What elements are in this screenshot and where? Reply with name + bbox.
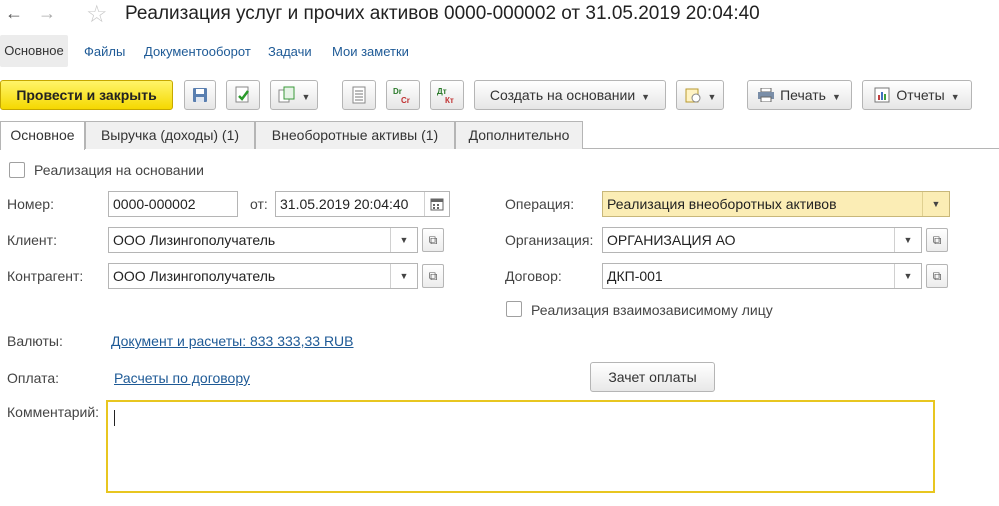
client-open-button[interactable]: ⧉ bbox=[422, 228, 444, 252]
save-icon bbox=[193, 88, 207, 102]
create-based-on-button[interactable]: Создать на основании ▼ bbox=[474, 80, 666, 110]
star-icon[interactable]: ☆ bbox=[86, 0, 108, 29]
comment-field[interactable] bbox=[106, 400, 935, 493]
offset-payment-button[interactable]: Зачет оплаты bbox=[590, 362, 715, 392]
svg-text:Cr: Cr bbox=[401, 96, 410, 105]
chevron-down-icon[interactable]: ▼ bbox=[390, 228, 417, 252]
chevron-down-icon: ▼ bbox=[950, 92, 960, 102]
copy-icon bbox=[278, 86, 295, 103]
svg-text:Dr: Dr bbox=[393, 87, 402, 96]
chevron-down-icon: ▼ bbox=[831, 92, 841, 102]
chevron-down-icon: ▼ bbox=[641, 92, 651, 102]
payment-label: Оплата: bbox=[7, 370, 60, 386]
chevron-down-icon[interactable]: ▼ bbox=[894, 264, 921, 288]
calendar-button[interactable] bbox=[424, 192, 449, 216]
dt-kt-icon: Dr Cr bbox=[393, 87, 410, 105]
contract-field[interactable]: ДКП-001 ▼ bbox=[602, 263, 922, 289]
based-on-label: Реализация на основании bbox=[34, 162, 204, 178]
subnav-main[interactable]: Основное bbox=[0, 35, 68, 67]
reports-label: Отчеты bbox=[896, 87, 945, 103]
operation-field[interactable]: Реализация внеоборотных активов ▼ bbox=[602, 191, 950, 217]
counterparty-field[interactable]: ООО Лизингополучатель ▼ bbox=[108, 263, 418, 289]
tab-revenue[interactable]: Выручка (доходы) (1) bbox=[85, 121, 255, 149]
number-label: Номер: bbox=[7, 196, 54, 212]
chevron-down-icon: ▼ bbox=[707, 92, 717, 102]
forward-button[interactable]: → bbox=[33, 2, 61, 24]
reports-button[interactable]: Отчеты ▼ bbox=[862, 80, 972, 110]
counterparty-value: ООО Лизингополучатель bbox=[113, 268, 276, 284]
organization-open-button[interactable]: ⧉ bbox=[926, 228, 948, 252]
create-based-on-label: Создать на основании bbox=[489, 87, 636, 103]
back-button[interactable]: ← bbox=[0, 2, 28, 24]
organization-value: ОРГАНИЗАЦИЯ АО bbox=[607, 232, 736, 248]
related-party-checkbox[interactable] bbox=[506, 301, 522, 317]
currency-label: Валюты: bbox=[7, 333, 63, 349]
subnav-docflow[interactable]: Документооборот bbox=[144, 44, 251, 59]
date-field[interactable]: 31.05.2019 20:04:40 bbox=[275, 191, 450, 217]
open-icon: ⧉ bbox=[932, 269, 942, 283]
related-party-label: Реализация взаимозависимому лицу bbox=[531, 302, 773, 318]
copy-dropdown-button[interactable]: ▼ bbox=[270, 80, 318, 110]
subnav-files[interactable]: Файлы bbox=[84, 44, 125, 59]
print-button[interactable]: Печать ▼ bbox=[747, 80, 852, 110]
contract-value: ДКП-001 bbox=[607, 268, 663, 284]
list-icon bbox=[352, 86, 366, 104]
contract-open-button[interactable]: ⧉ bbox=[926, 264, 948, 288]
dt-kt-green-icon: Дт Кт bbox=[437, 87, 454, 105]
save-button[interactable] bbox=[184, 80, 216, 110]
post-and-close-button[interactable]: Провести и закрыть bbox=[0, 80, 173, 110]
open-icon: ⧉ bbox=[932, 233, 942, 247]
subnav-tasks[interactable]: Задачи bbox=[268, 44, 312, 59]
operation-value: Реализация внеоборотных активов bbox=[607, 196, 837, 212]
date-label: от: bbox=[250, 196, 268, 212]
client-label: Клиент: bbox=[7, 232, 57, 248]
organization-label: Организация: bbox=[505, 232, 594, 248]
calendar-icon bbox=[430, 198, 444, 211]
dt-kt-ru-button[interactable]: Дт Кт bbox=[430, 80, 464, 110]
printer-icon bbox=[758, 87, 775, 103]
organization-field[interactable]: ОРГАНИЗАЦИЯ АО ▼ bbox=[602, 227, 922, 253]
payment-link[interactable]: Расчеты по договору bbox=[114, 370, 250, 386]
client-field[interactable]: ООО Лизингополучатель ▼ bbox=[108, 227, 418, 253]
attach-dropdown-button[interactable]: ▼ bbox=[676, 80, 724, 110]
post-button[interactable] bbox=[226, 80, 260, 110]
chevron-down-icon[interactable]: ▼ bbox=[922, 192, 949, 216]
page-title: Реализация услуг и прочих активов 0000-0… bbox=[125, 3, 760, 24]
svg-text:Кт: Кт bbox=[445, 96, 454, 105]
dt-kt-button[interactable]: Dr Cr bbox=[386, 80, 420, 110]
operation-label: Операция: bbox=[505, 196, 575, 212]
based-on-checkbox[interactable] bbox=[9, 162, 25, 178]
open-icon: ⧉ bbox=[428, 233, 438, 247]
currency-link[interactable]: Документ и расчеты: 833 333,33 RUB bbox=[111, 333, 354, 349]
open-icon: ⧉ bbox=[428, 269, 438, 283]
date-value: 31.05.2019 20:04:40 bbox=[280, 196, 409, 212]
print-label: Печать bbox=[780, 87, 826, 103]
counterparty-open-button[interactable]: ⧉ bbox=[422, 264, 444, 288]
arrow-right-icon: → bbox=[38, 3, 56, 23]
svg-text:Дт: Дт bbox=[437, 87, 447, 96]
post-icon bbox=[235, 86, 249, 103]
report-icon bbox=[874, 87, 890, 103]
chevron-down-icon[interactable]: ▼ bbox=[390, 264, 417, 288]
structure-button[interactable] bbox=[342, 80, 376, 110]
tab-main[interactable]: Основное bbox=[0, 121, 85, 150]
arrow-left-icon: ← bbox=[5, 3, 23, 23]
comment-label: Комментарий: bbox=[7, 404, 100, 420]
chevron-down-icon[interactable]: ▼ bbox=[894, 228, 921, 252]
counterparty-label: Контрагент: bbox=[7, 268, 84, 284]
client-value: ООО Лизингополучатель bbox=[113, 232, 276, 248]
tab-additional[interactable]: Дополнительно bbox=[455, 121, 583, 149]
attach-icon bbox=[685, 88, 701, 103]
subnav-notes[interactable]: Мои заметки bbox=[332, 44, 409, 59]
tab-fixed-assets[interactable]: Внеоборотные активы (1) bbox=[255, 121, 455, 149]
number-field[interactable]: 0000-000002 bbox=[108, 191, 238, 217]
chevron-down-icon: ▼ bbox=[301, 92, 311, 102]
text-cursor bbox=[114, 410, 115, 426]
contract-label: Договор: bbox=[505, 268, 562, 284]
